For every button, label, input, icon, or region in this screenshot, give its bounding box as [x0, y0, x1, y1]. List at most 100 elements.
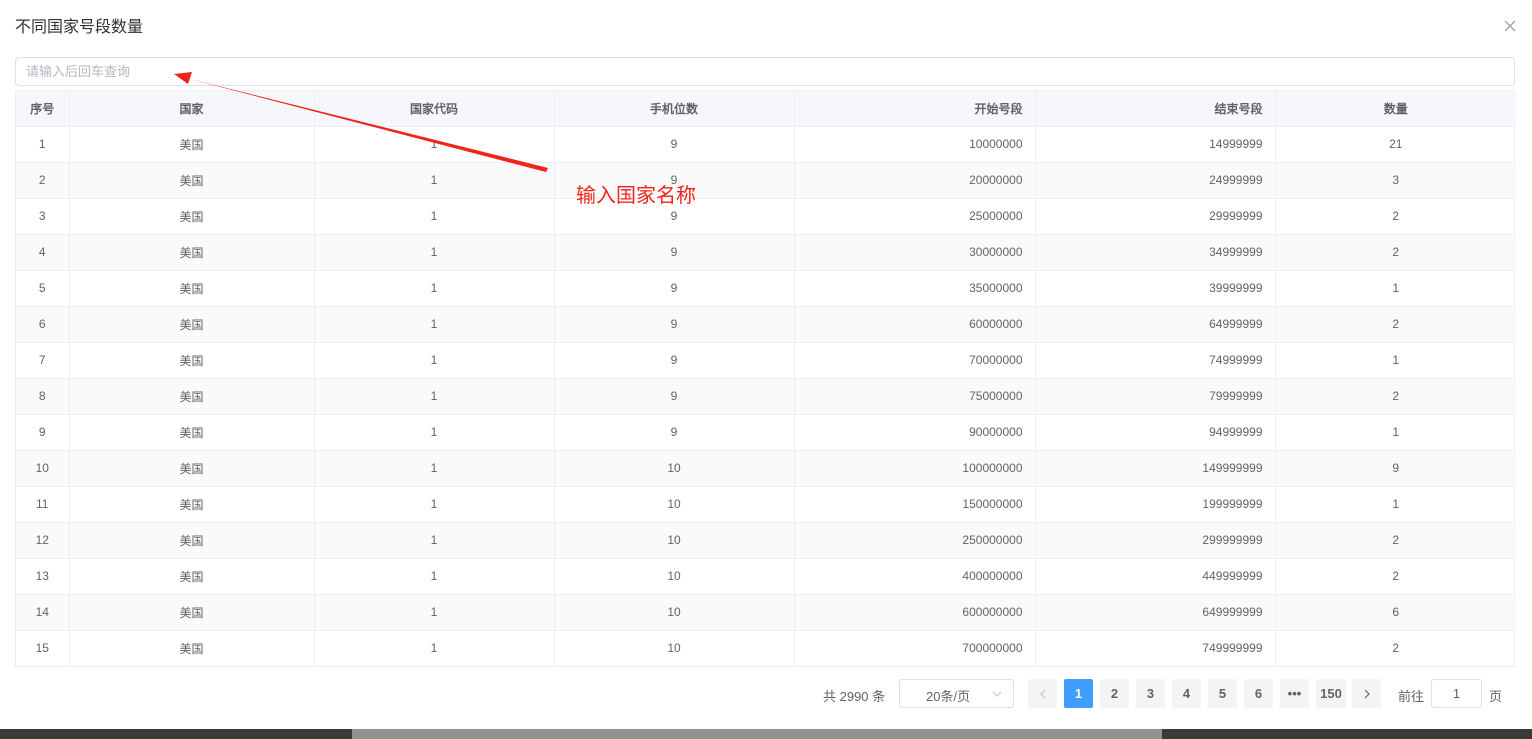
cell-end-range: 94999999 — [1035, 414, 1276, 451]
cell-index: 10 — [16, 450, 70, 487]
close-icon[interactable] — [1502, 18, 1518, 34]
cell-country-code: 1 — [314, 378, 555, 415]
table-row: 9 美国 1 9 90000000 94999999 1 — [16, 414, 1516, 451]
cell-count: 2 — [1275, 522, 1516, 559]
cell-count: 3 — [1275, 162, 1516, 199]
cell-end-range: 29999999 — [1035, 198, 1276, 235]
cell-country: 美国 — [69, 558, 315, 595]
cell-end-range: 749999999 — [1035, 630, 1276, 667]
cell-country: 美国 — [69, 630, 315, 667]
cell-country: 美国 — [69, 594, 315, 631]
cell-country-code: 1 — [314, 630, 555, 667]
cell-phone-digits: 9 — [554, 342, 795, 379]
cell-end-range: 649999999 — [1035, 594, 1276, 631]
background-panel — [352, 729, 1162, 739]
cell-country-code: 1 — [314, 486, 555, 523]
cell-start-range: 100000000 — [794, 450, 1036, 487]
page-size-select[interactable]: 20条/页 — [899, 679, 1014, 708]
page-button-last[interactable]: 150 — [1316, 679, 1346, 708]
cell-phone-digits: 9 — [554, 306, 795, 343]
cell-index: 13 — [16, 558, 70, 595]
cell-start-range: 700000000 — [794, 630, 1036, 667]
page-button-5[interactable]: 5 — [1208, 679, 1237, 708]
cell-index: 7 — [16, 342, 70, 379]
cell-index: 8 — [16, 378, 70, 415]
page-button-4[interactable]: 4 — [1172, 679, 1201, 708]
cell-country: 美国 — [69, 486, 315, 523]
cell-end-range: 39999999 — [1035, 270, 1276, 307]
cell-index: 9 — [16, 414, 70, 451]
goto-page-input[interactable] — [1431, 679, 1482, 708]
cell-index: 15 — [16, 630, 70, 667]
table-row: 14 美国 1 10 600000000 649999999 6 — [16, 594, 1516, 631]
cell-index: 11 — [16, 486, 70, 523]
cell-country: 美国 — [69, 378, 315, 415]
page-button-6[interactable]: 6 — [1244, 679, 1273, 708]
cell-phone-digits: 10 — [554, 486, 795, 523]
column-header-country[interactable]: 国家 — [69, 91, 315, 127]
goto-label: 前往 — [1398, 689, 1425, 704]
next-page-button[interactable] — [1352, 679, 1381, 708]
table-row: 12 美国 1 10 250000000 299999999 2 — [16, 522, 1516, 559]
page-button-3[interactable]: 3 — [1136, 679, 1165, 708]
cell-count: 2 — [1275, 306, 1516, 343]
cell-phone-digits: 9 — [554, 414, 795, 451]
cell-country-code: 1 — [314, 306, 555, 343]
cell-count: 2 — [1275, 234, 1516, 271]
cell-country-code: 1 — [314, 198, 555, 235]
cell-start-range: 60000000 — [794, 306, 1036, 343]
page-button-1[interactable]: 1 — [1064, 679, 1093, 708]
column-header-country-code[interactable]: 国家代码 — [314, 91, 555, 127]
table-row: 7 美国 1 9 70000000 74999999 1 — [16, 342, 1516, 379]
cell-end-range: 14999999 — [1035, 126, 1276, 163]
background-overlay — [0, 729, 1532, 739]
cell-count: 2 — [1275, 630, 1516, 667]
cell-start-range: 400000000 — [794, 558, 1036, 595]
column-header-index[interactable]: 序号 — [16, 91, 70, 127]
cell-end-range: 64999999 — [1035, 306, 1276, 343]
cell-count: 2 — [1275, 378, 1516, 415]
table-row: 13 美国 1 10 400000000 449999999 2 — [16, 558, 1516, 595]
cell-end-range: 199999999 — [1035, 486, 1276, 523]
cell-count: 1 — [1275, 342, 1516, 379]
column-header-start-range[interactable]: 开始号段 — [794, 91, 1036, 127]
cell-end-range: 149999999 — [1035, 450, 1276, 487]
cell-phone-digits: 9 — [554, 126, 795, 163]
prev-page-button[interactable] — [1028, 679, 1057, 708]
column-header-phone-digits[interactable]: 手机位数 — [554, 91, 795, 127]
table-header-row: 序号 国家 国家代码 手机位数 开始号段 结束号段 数量 — [16, 91, 1516, 127]
page-button-2[interactable]: 2 — [1100, 679, 1129, 708]
cell-phone-digits: 10 — [554, 594, 795, 631]
cell-country: 美国 — [69, 342, 315, 379]
column-header-count[interactable]: 数量 — [1275, 91, 1516, 127]
cell-country-code: 1 — [314, 234, 555, 271]
cell-country-code: 1 — [314, 558, 555, 595]
cell-phone-digits: 9 — [554, 270, 795, 307]
cell-index: 3 — [16, 198, 70, 235]
pagination-total: 共 2990 条 — [823, 689, 886, 704]
cell-end-range: 24999999 — [1035, 162, 1276, 199]
cell-country-code: 1 — [314, 522, 555, 559]
table-row: 11 美国 1 10 150000000 199999999 1 — [16, 486, 1516, 523]
column-header-end-range[interactable]: 结束号段 — [1035, 91, 1276, 127]
cell-country-code: 1 — [314, 270, 555, 307]
cell-index: 1 — [16, 126, 70, 163]
cell-start-range: 25000000 — [794, 198, 1036, 235]
cell-phone-digits: 9 — [554, 234, 795, 271]
page-size-value: 20条/页 — [926, 689, 971, 704]
cell-end-range: 34999999 — [1035, 234, 1276, 271]
cell-end-range: 74999999 — [1035, 342, 1276, 379]
dialog: 不同国家号段数量 序号 国家 国家代码 手机位数 开始号段 结束号段 数量 1美… — [0, 0, 1532, 729]
cell-start-range: 90000000 — [794, 414, 1036, 451]
cell-end-range: 79999999 — [1035, 378, 1276, 415]
more-pages-button[interactable]: ••• — [1280, 679, 1309, 708]
cell-count: 1 — [1275, 486, 1516, 523]
table-row: 1 美国 1 9 10000000 14999999 21 — [16, 126, 1516, 163]
data-table: 序号 国家 国家代码 手机位数 开始号段 结束号段 数量 1 美国 1 9 100000… — [15, 90, 1516, 667]
cell-index: 14 — [16, 594, 70, 631]
table-row: 10 美国 1 10 100000000 149999999 9 — [16, 450, 1516, 487]
cell-index: 6 — [16, 306, 70, 343]
search-input[interactable] — [15, 57, 1515, 86]
cell-start-range: 75000000 — [794, 378, 1036, 415]
cell-country: 美国 — [69, 198, 315, 235]
